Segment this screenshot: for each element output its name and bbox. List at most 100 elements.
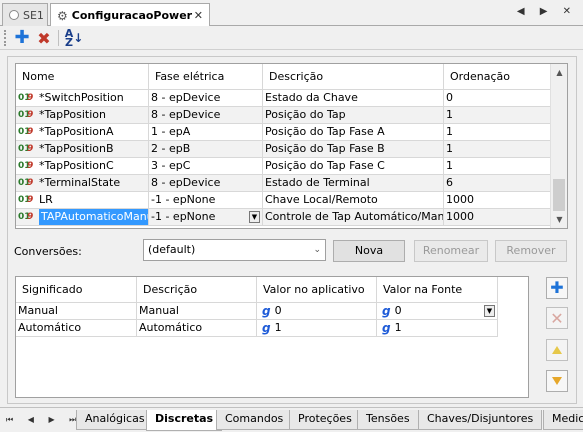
- column-header-significado[interactable]: Significado: [16, 277, 137, 303]
- column-header-descricao[interactable]: Descrição: [137, 277, 257, 303]
- cell-description[interactable]: Posição do Tap Fase A: [263, 124, 444, 140]
- toolbar-grip[interactable]: [4, 30, 7, 46]
- cell-name[interactable]: 01 9 *SwitchPosition: [16, 90, 149, 106]
- cell-phase[interactable]: 8 - epDevice: [149, 175, 263, 191]
- tab-medic[interactable]: Medic: [543, 410, 583, 430]
- tab-nav-arrows[interactable]: ◀ ▶ ✕: [517, 6, 577, 17]
- tab-chaves-disjuntores[interactable]: Chaves/Disjuntores: [418, 410, 543, 430]
- tab-configuracao-power[interactable]: ⚙ ConfiguracaoPower ✕: [50, 3, 210, 27]
- point-name: LR: [39, 193, 53, 206]
- cell-description[interactable]: Posição do Tap Fase C: [263, 158, 444, 174]
- cell-phase[interactable]: 8 - epDevice: [149, 107, 263, 123]
- scroll-down-icon[interactable]: ▼: [551, 211, 567, 228]
- dropdown-arrow-icon[interactable]: ▼: [249, 211, 260, 223]
- table-row[interactable]: 01 9 *TerminalState 8 - epDevice Estado de…: [16, 175, 552, 192]
- table-row[interactable]: Manual Manual g0 g 0 ▼: [16, 303, 498, 320]
- move-down-button[interactable]: [546, 370, 568, 392]
- cell-description[interactable]: Posição do Tap: [263, 107, 444, 123]
- scroll-thumb[interactable]: [553, 179, 565, 211]
- conversion-grid-header: Significado Descrição Valor no aplicativ…: [16, 277, 498, 303]
- points-grid-scrollbar[interactable]: ▲ ▼: [550, 64, 567, 228]
- digital-point-icon: 01 9: [18, 178, 34, 188]
- remover-button[interactable]: Remover: [495, 240, 567, 262]
- cell-name[interactable]: 01 9 *TapPositionC: [16, 158, 149, 174]
- renomear-button[interactable]: Renomear: [414, 240, 488, 262]
- column-header-nome[interactable]: Nome: [16, 64, 149, 90]
- cell-significado[interactable]: Manual: [16, 303, 137, 319]
- cell-phase[interactable]: 3 - epC: [149, 158, 263, 174]
- tab-se1-label: SE1: [23, 8, 44, 22]
- cell-order[interactable]: 1: [444, 124, 552, 140]
- cell-phase[interactable]: 8 - epDevice: [149, 90, 263, 106]
- cell-phase[interactable]: 2 - epB: [149, 141, 263, 157]
- delete-conversion-button[interactable]: ✕: [546, 307, 568, 329]
- cell-name[interactable]: 01 9 *TapPosition: [16, 107, 149, 123]
- add-button[interactable]: ✚: [12, 28, 32, 48]
- cell-order[interactable]: 1000: [444, 209, 552, 225]
- cell-description[interactable]: Posição do Tap Fase B: [263, 141, 444, 157]
- table-row[interactable]: 01 9 *SwitchPosition 8 - epDevice Estado d…: [16, 90, 552, 107]
- column-header-descricao[interactable]: Descrição: [263, 64, 444, 90]
- column-header-valor-fonte[interactable]: Valor na Fonte: [377, 277, 498, 303]
- point-name-selected[interactable]: TAPAutomaticoManual: [39, 209, 148, 225]
- delete-button[interactable]: ✖: [34, 28, 54, 48]
- digital-point-icon: 01 9: [18, 110, 34, 120]
- table-row[interactable]: 01 9 *TapPosition 8 - epDevice Posição do …: [16, 107, 552, 124]
- valor-fonte: 1: [394, 321, 402, 334]
- cell-order[interactable]: 1: [444, 158, 552, 174]
- sort-button[interactable]: AZ ↓: [64, 28, 84, 48]
- cell-descricao[interactable]: Automático: [137, 320, 257, 336]
- cell-name[interactable]: 01 9 *TerminalState: [16, 175, 149, 191]
- close-tab-icon[interactable]: ✕: [194, 9, 203, 22]
- cell-description[interactable]: Estado de Terminal: [263, 175, 444, 191]
- cell-phase[interactable]: -1 - epNone: [149, 192, 263, 208]
- table-row[interactable]: 01 9 *TapPositionC 3 - epC Posição do Tap …: [16, 158, 552, 175]
- cell-valor-fonte[interactable]: g 0 ▼: [377, 303, 498, 319]
- cell-name[interactable]: 01 9 *TapPositionB: [16, 141, 149, 157]
- point-name: *SwitchPosition: [39, 91, 124, 104]
- tab-tensoes[interactable]: Tensões: [357, 410, 419, 430]
- x-icon: ✖: [37, 28, 51, 48]
- cell-description[interactable]: Controle de Tap Automático/Manual: [263, 209, 444, 225]
- cell-descricao[interactable]: Manual: [137, 303, 257, 319]
- valor-aplicativo: 1: [274, 321, 282, 334]
- cell-phase[interactable]: 1 - epA: [149, 124, 263, 140]
- cell-name[interactable]: 019 TAPAutomaticoManual: [16, 209, 149, 225]
- cell-valor-aplicativo[interactable]: g1: [257, 320, 377, 336]
- column-header-fase[interactable]: Fase elétrica: [149, 64, 263, 90]
- table-row[interactable]: Automático Automático g1 g1: [16, 320, 498, 337]
- table-row[interactable]: 01 9 *TapPositionB 2 - epB Posição do Tap …: [16, 141, 552, 158]
- move-up-button[interactable]: [546, 339, 568, 361]
- table-row-selected[interactable]: 019 TAPAutomaticoManual -1 - epNone ▼ Cont…: [16, 209, 552, 226]
- cell-valor-aplicativo[interactable]: g0: [257, 303, 377, 319]
- cell-order[interactable]: 6: [444, 175, 552, 191]
- tab-protecoes[interactable]: Proteções: [289, 410, 361, 430]
- cell-significado[interactable]: Automático: [16, 320, 137, 336]
- tab-analogicas[interactable]: Analógicas: [76, 410, 154, 430]
- cell-valor-fonte[interactable]: g1: [377, 320, 498, 336]
- add-conversion-button[interactable]: ✚: [546, 277, 568, 299]
- cell-order[interactable]: 1000: [444, 192, 552, 208]
- table-row[interactable]: 01 9 *TapPositionA 1 - epA Posição do Tap …: [16, 124, 552, 141]
- nova-button[interactable]: Nova: [333, 240, 405, 262]
- tab-se1[interactable]: SE1: [2, 3, 48, 26]
- column-header-ordenacao[interactable]: Ordenação: [444, 64, 552, 90]
- table-row[interactable]: 01 9 LR -1 - epNone Chave Local/Remoto 100…: [16, 192, 552, 209]
- bottom-tab-nav[interactable]: ⏮ ◀ ▶ ⏭: [6, 415, 82, 425]
- cell-phase-dropdown[interactable]: -1 - epNone ▼: [149, 209, 263, 225]
- tab-comandos[interactable]: Comandos: [216, 410, 293, 430]
- cell-name[interactable]: 01 9 *TapPositionA: [16, 124, 149, 140]
- conversions-select[interactable]: (default) ⌄: [143, 239, 326, 261]
- dropdown-arrow-icon[interactable]: ▼: [484, 305, 495, 317]
- cell-name[interactable]: 01 9 LR: [16, 192, 149, 208]
- digital-point-icon: 01 9: [18, 212, 34, 222]
- tab-discretas[interactable]: Discretas: [146, 410, 223, 431]
- column-header-valor-aplicativo[interactable]: Valor no aplicativo: [257, 277, 377, 303]
- cell-order[interactable]: 1: [444, 141, 552, 157]
- scroll-up-icon[interactable]: ▲: [551, 64, 567, 81]
- cell-description[interactable]: Chave Local/Remoto: [263, 192, 444, 208]
- cell-order[interactable]: 0: [444, 90, 552, 106]
- cell-description[interactable]: Estado da Chave: [263, 90, 444, 106]
- circle-icon: [9, 10, 19, 20]
- cell-order[interactable]: 1: [444, 107, 552, 123]
